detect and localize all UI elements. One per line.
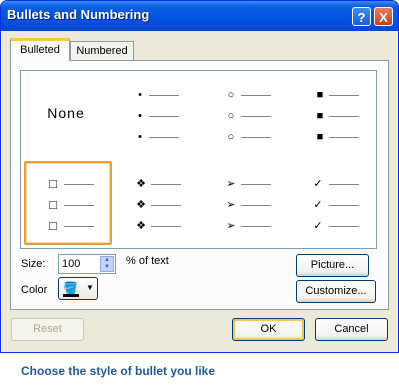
dot-bullet-icon: • bbox=[138, 110, 142, 122]
four-diamond-bullet-icon: ❖ bbox=[136, 220, 146, 232]
spin-down-icon[interactable]: ▼ bbox=[101, 264, 113, 271]
none-label: None bbox=[47, 105, 85, 121]
bullet-option-circle[interactable]: ○ ○ ○ bbox=[200, 72, 288, 156]
bullet-option-dot[interactable]: • • • bbox=[111, 72, 199, 156]
arrowhead-bullet-icon: ➢ bbox=[226, 178, 236, 190]
filled-square-bullet-icon: ■ bbox=[316, 89, 324, 101]
checkmark-bullet-icon: ✓ bbox=[313, 220, 323, 232]
bullet-option-square-filled[interactable]: ■ ■ ■ bbox=[289, 72, 377, 156]
color-picker-button[interactable]: 🪣 ▼ bbox=[58, 277, 98, 300]
close-button[interactable]: X bbox=[374, 7, 393, 26]
bullet-option-arrowhead[interactable]: ➢ ➢ ➢ bbox=[200, 161, 288, 245]
color-swatch bbox=[63, 294, 79, 297]
four-diamond-bullet-icon: ❖ bbox=[136, 178, 146, 190]
ok-button[interactable]: OK bbox=[232, 318, 305, 341]
four-diamond-bullet-icon: ❖ bbox=[136, 199, 146, 211]
color-label: Color bbox=[21, 284, 48, 296]
spin-up-icon[interactable]: ▲ bbox=[101, 257, 113, 264]
bullet-option-hollow-square[interactable]: □ □ □ bbox=[24, 161, 112, 245]
filled-square-bullet-icon: ■ bbox=[316, 110, 324, 122]
dropdown-arrow-icon: ▼ bbox=[86, 283, 94, 292]
customize-button[interactable]: Customize... bbox=[296, 280, 376, 303]
size-suffix: % of text bbox=[126, 255, 169, 267]
tab-bulleted-label: Bulleted bbox=[20, 44, 60, 56]
reset-button[interactable]: Reset bbox=[11, 318, 84, 341]
hollow-square-bullet-icon: □ bbox=[49, 176, 57, 191]
dot-bullet-icon: • bbox=[138, 89, 142, 101]
bullet-gallery: None • • • ○ ○ ○ ■ ■ ■ □ □ □ ❖ ❖ ❖ ➢ ➢ ➢… bbox=[20, 70, 377, 249]
checkmark-bullet-icon: ✓ bbox=[313, 199, 323, 211]
caption-text: Choose the style of bullet you like bbox=[21, 364, 216, 378]
dialog-title: Bullets and Numbering bbox=[7, 7, 150, 22]
title-bar[interactable]: Bullets and Numbering ? X bbox=[1, 1, 398, 31]
circle-bullet-icon: ○ bbox=[227, 89, 235, 101]
bullet-option-checkmark[interactable]: ✓ ✓ ✓ bbox=[289, 161, 377, 245]
picture-button[interactable]: Picture... bbox=[296, 254, 369, 277]
paint-bucket-icon: 🪣 bbox=[63, 281, 78, 295]
circle-bullet-icon: ○ bbox=[227, 110, 235, 122]
size-spin-buttons[interactable]: ▲ ▼ bbox=[100, 256, 114, 272]
size-label: Size: bbox=[21, 258, 46, 270]
cancel-button[interactable]: Cancel bbox=[315, 318, 388, 341]
hollow-square-bullet-icon: □ bbox=[49, 197, 57, 212]
bullet-option-four-diamond[interactable]: ❖ ❖ ❖ bbox=[111, 161, 199, 245]
dot-bullet-icon: • bbox=[138, 131, 142, 143]
size-value: 100 bbox=[62, 258, 81, 270]
checkmark-bullet-icon: ✓ bbox=[313, 178, 323, 190]
help-button[interactable]: ? bbox=[352, 7, 371, 26]
arrowhead-bullet-icon: ➢ bbox=[226, 199, 236, 211]
filled-square-bullet-icon: ■ bbox=[316, 131, 324, 143]
bullets-numbering-dialog: Bullets and Numbering ? X Bulleted Numbe… bbox=[0, 0, 399, 353]
hollow-square-bullet-icon: □ bbox=[49, 218, 57, 233]
bullet-option-none[interactable]: None bbox=[22, 72, 110, 156]
size-spinbox[interactable]: 100 ▲ ▼ bbox=[58, 254, 116, 274]
tab-numbered[interactable]: Numbered bbox=[70, 41, 134, 61]
tab-numbered-label: Numbered bbox=[76, 45, 128, 57]
tab-bulleted[interactable]: Bulleted bbox=[10, 38, 70, 61]
circle-bullet-icon: ○ bbox=[227, 131, 235, 143]
arrowhead-bullet-icon: ➢ bbox=[226, 220, 236, 232]
